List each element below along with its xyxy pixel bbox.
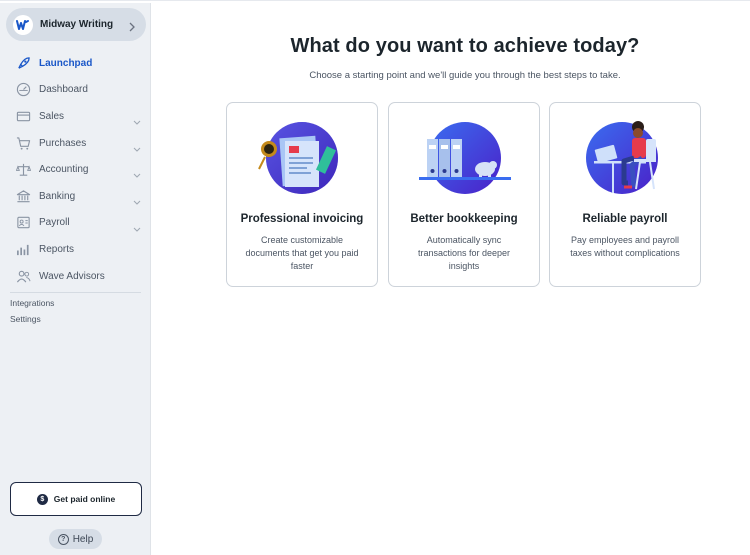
- chevron-down-icon: [133, 112, 141, 130]
- rocket-icon: [15, 55, 31, 71]
- sidebar: Midway Writing Launchpad Dashboard Sales: [0, 3, 151, 555]
- page-subtitle: Choose a starting point and we'll guide …: [309, 70, 621, 81]
- dollar-icon: $: [36, 493, 48, 505]
- card-description: Pay employees and payroll taxes without …: [570, 235, 680, 258]
- sidebar-item-label: Reports: [39, 243, 75, 255]
- bar-chart-icon: [15, 241, 31, 257]
- card-description: Automatically sync transactions for deep…: [417, 235, 511, 271]
- sidebar-item-dashboard[interactable]: Dashboard: [0, 77, 151, 104]
- chevron-right-icon: [129, 19, 135, 37]
- sidebar-item-launchpad[interactable]: Launchpad: [0, 50, 151, 77]
- help-label: Help: [72, 533, 94, 545]
- sidebar-item-payroll[interactable]: Payroll: [0, 210, 151, 237]
- main-content: What do you want to achieve today? Choos…: [152, 3, 750, 555]
- card-professional-invoicing[interactable]: Professional invoicing Create customizab…: [226, 102, 378, 287]
- sidebar-item-sales[interactable]: Sales: [0, 103, 151, 130]
- get-paid-label: Get paid online: [53, 494, 116, 504]
- chevron-down-icon: [133, 219, 141, 237]
- question-icon: ?: [57, 533, 69, 545]
- settings-link[interactable]: Settings: [10, 314, 41, 324]
- sidebar-item-label: Dashboard: [39, 84, 88, 96]
- chevron-down-icon: [133, 165, 141, 183]
- bank-icon: [15, 188, 31, 204]
- purchases-icon: [15, 135, 31, 151]
- help-button[interactable]: ? Help: [49, 529, 102, 549]
- sidebar-item-wave-advisors[interactable]: Wave Advisors: [0, 263, 151, 290]
- sidebar-item-label: Purchases: [39, 137, 87, 149]
- sidebar-item-label: Wave Advisors: [39, 270, 105, 282]
- sidebar-item-label: Sales: [39, 110, 65, 122]
- card-description: Create customizable documents that get y…: [245, 235, 359, 271]
- payroll-illustration: [550, 121, 700, 201]
- get-paid-online-button[interactable]: $ Get paid online: [10, 482, 142, 516]
- chevron-down-icon: [133, 139, 141, 157]
- card-reliable-payroll[interactable]: Reliable payroll Pay employees and payro…: [549, 102, 701, 287]
- integrations-link[interactable]: Integrations: [10, 298, 54, 308]
- invoicing-illustration: [227, 121, 377, 201]
- sidebar-item-label: Payroll: [39, 217, 70, 229]
- wave-logo-icon: [13, 14, 33, 35]
- sidebar-item-label: Banking: [39, 190, 76, 202]
- advisors-icon: [15, 268, 31, 284]
- card-title: Reliable payroll: [582, 213, 668, 225]
- business-name: Midway Writing: [40, 19, 114, 30]
- sidebar-item-label: Launchpad: [39, 57, 93, 69]
- page-title: What do you want to achieve today?: [290, 35, 640, 57]
- sidebar-item-reports[interactable]: Reports: [0, 236, 151, 263]
- sidebar-nav: Launchpad Dashboard Sales Purchases Acco…: [0, 50, 151, 289]
- payroll-icon: [15, 215, 31, 231]
- sidebar-item-label: Accounting: [39, 164, 89, 176]
- sidebar-divider: [10, 292, 141, 293]
- scales-icon: [15, 162, 31, 178]
- sidebar-item-accounting[interactable]: Accounting: [0, 156, 151, 183]
- card-title: Better bookkeeping: [410, 213, 518, 225]
- sidebar-item-purchases[interactable]: Purchases: [0, 130, 151, 157]
- dashboard-icon: [15, 82, 31, 98]
- sidebar-item-banking[interactable]: Banking: [0, 183, 151, 210]
- card-better-bookkeeping[interactable]: Better bookkeeping Automatically sync tr…: [388, 102, 540, 287]
- chevron-down-icon: [133, 192, 141, 210]
- card-title: Professional invoicing: [240, 213, 364, 225]
- sales-icon: [15, 108, 31, 124]
- bookkeeping-illustration: [389, 121, 539, 201]
- business-switcher[interactable]: Midway Writing: [6, 8, 146, 41]
